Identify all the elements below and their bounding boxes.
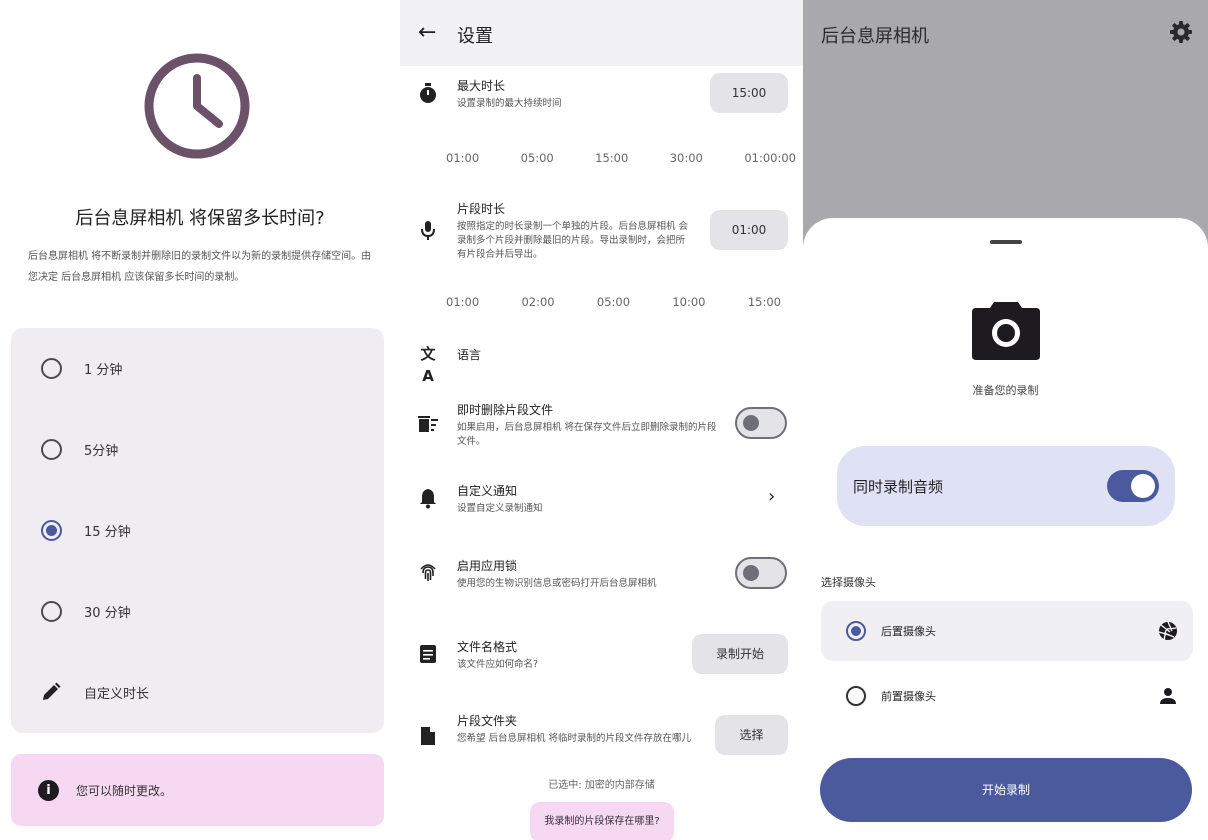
camera-section-label: 选择摄像头 [821, 576, 876, 589]
option-1-min[interactable]: 1 分钟 [11, 338, 384, 398]
max-duration-value[interactable]: 15:00 [710, 73, 788, 113]
info-icon: i [38, 780, 59, 801]
recording-screen: 后台息屏相机 准备您的录制 同时录制音频 选择摄像头 后置摄像头 前置摄像头 开… [803, 0, 1208, 840]
radio-button[interactable] [41, 600, 62, 622]
setting-language[interactable]: 语言 [457, 346, 481, 363]
app-title: 后台息屏相机 [821, 26, 929, 47]
audio-label: 同时录制音频 [853, 478, 944, 496]
segment-duration-value[interactable]: 01:00 [710, 210, 788, 250]
ready-text: 准备您的录制 [972, 384, 1039, 397]
camera-icon [972, 302, 1040, 360]
setting-title: 片段时长 [457, 202, 506, 216]
option-label: 1 分钟 [84, 362, 123, 378]
instant-delete-toggle[interactable] [735, 407, 787, 439]
option-custom-duration[interactable]: 自定义时长 [11, 662, 384, 722]
retention-screen: 后台息屏相机 将保留多长时间? 后台息屏相机 将不断录制并删除旧的录制文件以为新… [0, 0, 400, 840]
file-icon [421, 727, 435, 745]
setting-subtitle: 使用您的生物识别信息或密码打开后台息屏相机 [457, 578, 657, 589]
option-30-min[interactable]: 30 分钟 [11, 581, 384, 641]
max-duration-slider[interactable]: 01:00 05:00 15:00 30:00 01:00:00 [446, 151, 796, 165]
audio-card: 同时录制音频 [837, 446, 1175, 526]
retention-title: 后台息屏相机 将保留多长时间? [75, 208, 325, 229]
radio-button[interactable] [41, 438, 62, 460]
camera-label: 后置摄像头 [881, 625, 936, 638]
setting-subtitle: 您希望 后台息屏相机 将临时录制的片段文件存放在哪儿 [457, 733, 692, 744]
slider-tick[interactable]: 01:00 [446, 295, 479, 309]
slider-tick[interactable]: 01:00 [446, 151, 479, 165]
radio-button-selected[interactable] [41, 519, 62, 541]
aperture-icon [1158, 621, 1177, 641]
selected-folder-note: 已选中: 加密的内部存储 [548, 780, 655, 791]
bell-icon [420, 489, 436, 509]
option-label: 5分钟 [84, 443, 119, 459]
bottom-sheet: 准备您的录制 同时录制音频 选择摄像头 后置摄像头 前置摄像头 开始录制 [803, 218, 1208, 840]
info-note: i 您可以随时更改。 [11, 754, 384, 826]
timer-icon [420, 83, 436, 103]
page-title: 设置 [457, 26, 493, 47]
camera-label: 前置摄像头 [881, 690, 936, 703]
gear-icon[interactable] [1169, 20, 1193, 44]
setting-title: 片段文件夹 [457, 714, 518, 728]
delete-sweep-icon [418, 416, 438, 432]
option-label: 自定义时长 [84, 686, 150, 702]
drag-handle[interactable] [990, 240, 1022, 244]
info-note-text: 您可以随时更改。 [76, 784, 173, 798]
option-label: 30 分钟 [84, 605, 131, 621]
back-arrow-icon[interactable]: ← [418, 22, 436, 44]
pencil-icon [43, 682, 61, 700]
slider-tick[interactable]: 02:00 [521, 295, 554, 309]
slider-tick[interactable]: 15:00 [595, 151, 628, 165]
setting-subtitle: 如果启用，后台息屏相机 将在保存文件后立即删除录制的片段文件。 [457, 422, 717, 447]
radio-button-selected[interactable] [846, 621, 866, 641]
radio-button[interactable] [41, 357, 62, 379]
app-lock-toggle[interactable] [735, 557, 787, 589]
slider-tick[interactable]: 01:00:00 [744, 151, 796, 165]
slider-tick[interactable]: 15:00 [748, 295, 781, 309]
slider-tick[interactable]: 10:00 [672, 295, 705, 309]
setting-title: 启用应用锁 [457, 559, 518, 573]
settings-header: ← 设置 [400, 0, 803, 66]
setting-subtitle: 设置录制的最大持续时间 [457, 98, 562, 109]
choose-folder-button[interactable]: 选择 [715, 715, 788, 755]
settings-screen: ← 设置 最大时长 设置录制的最大持续时间 15:00 01:00 05:00 … [400, 0, 803, 840]
segment-duration-slider[interactable]: 01:00 02:00 05:00 10:00 15:00 [446, 295, 781, 309]
setting-subtitle: 按照指定的时长录制一个单独的片段。后台息屏相机 会录制多个片段并删除最旧的片段。… [457, 221, 689, 260]
record-audio-toggle[interactable] [1107, 470, 1159, 502]
retention-description: 后台息屏相机 将不断录制并删除旧的录制文件以为新的录制提供存储空间。由您决定 后… [28, 251, 372, 283]
person-icon [1160, 688, 1176, 704]
option-5-min[interactable]: 5分钟 [11, 419, 384, 479]
slider-tick[interactable]: 30:00 [670, 151, 703, 165]
option-label: 15 分钟 [84, 524, 131, 540]
fingerprint-icon [420, 564, 436, 581]
slider-tick[interactable]: 05:00 [521, 151, 554, 165]
translate-icon: 文A [420, 345, 436, 385]
setting-subtitle: 设置自定义录制通知 [457, 503, 543, 514]
document-icon [420, 645, 436, 663]
chevron-right-icon[interactable]: › [768, 486, 775, 507]
clock-icon [144, 53, 250, 159]
filename-format-value[interactable]: 录制开始 [692, 634, 788, 674]
setting-title: 最大时长 [457, 79, 506, 93]
option-15-min[interactable]: 15 分钟 [11, 500, 384, 560]
duration-options: 1 分钟 5分钟 15 分钟 30 分钟 自定义时长 [11, 328, 384, 733]
camera-option-rear[interactable]: 后置摄像头 [821, 601, 1193, 661]
radio-button[interactable] [846, 686, 866, 706]
setting-subtitle: 该文件应如何命名? [457, 659, 539, 670]
camera-option-front[interactable]: 前置摄像头 [821, 666, 1193, 726]
setting-title: 文件名格式 [457, 640, 518, 654]
start-recording-button[interactable]: 开始录制 [820, 758, 1192, 822]
slider-tick[interactable]: 05:00 [597, 295, 630, 309]
folder-help-button[interactable]: 我录制的片段保存在哪里? [530, 802, 674, 840]
microphone-icon [421, 221, 435, 240]
setting-title: 即时删除片段文件 [457, 403, 554, 417]
setting-title: 自定义通知 [457, 484, 518, 498]
